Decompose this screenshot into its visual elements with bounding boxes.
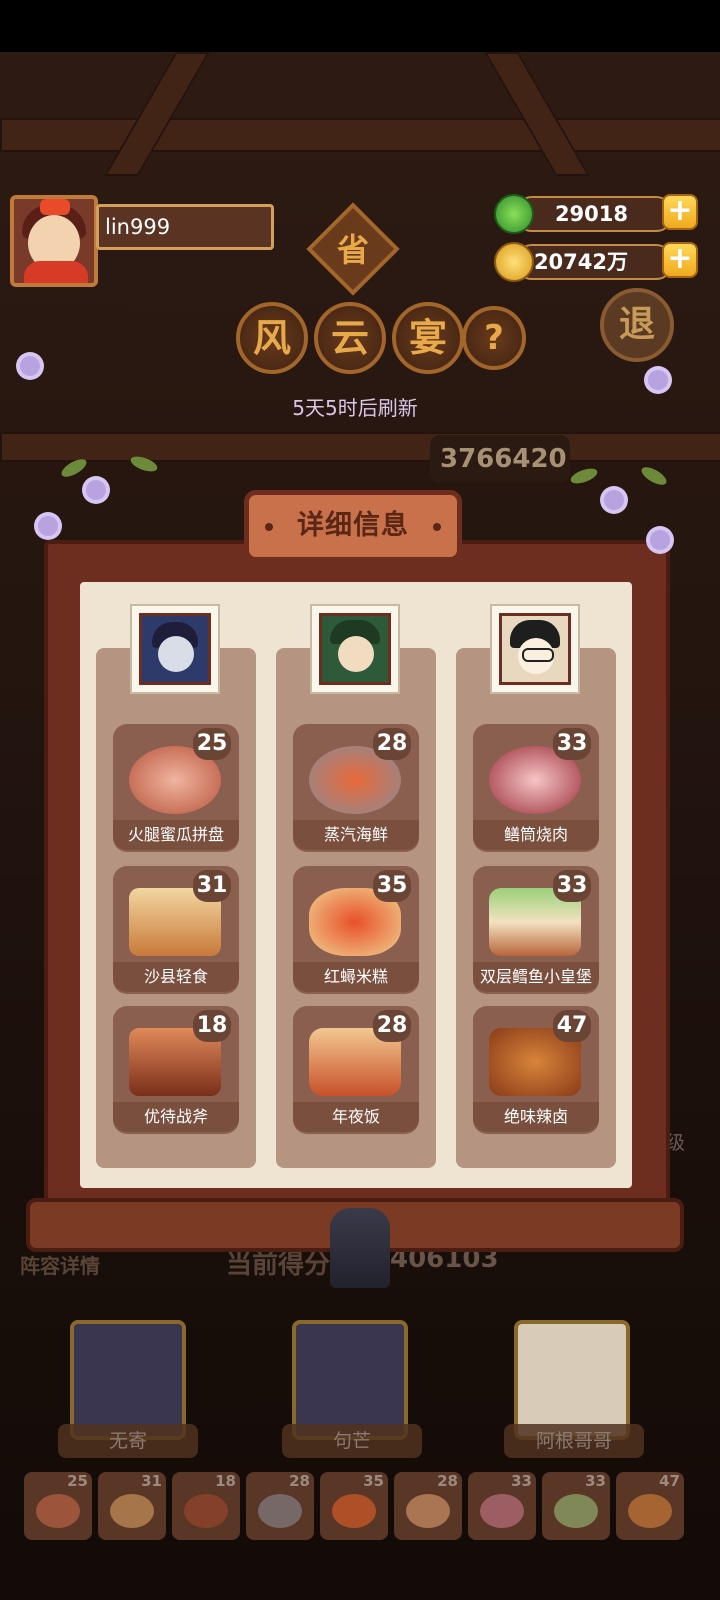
lineup-character[interactable] — [292, 1320, 408, 1440]
dish-name: 年夜饭 — [293, 1102, 419, 1132]
coin-balance: 20742万 — [514, 244, 674, 280]
dish-card[interactable]: 33 鳝筒烧肉 — [473, 724, 599, 852]
dish-slot[interactable]: 28 — [394, 1472, 462, 1540]
dish-level: 28 — [373, 1010, 411, 1042]
bell-ornament — [330, 1208, 390, 1288]
slot-level: 28 — [289, 1472, 310, 1490]
flower-icon — [38, 516, 58, 536]
dish-slot[interactable]: 35 — [320, 1472, 388, 1540]
panel-title: 详细信息 — [244, 490, 462, 562]
add-jade-button[interactable]: + — [662, 194, 698, 230]
help-button[interactable]: ? — [462, 306, 526, 370]
retreat-button[interactable]: 退 — [600, 288, 674, 362]
dish-name: 优待战斧 — [113, 1102, 239, 1132]
province-label: 省 — [336, 231, 369, 269]
panel-title-text: 详细信息 — [297, 510, 409, 541]
dish-slot[interactable]: 47 — [616, 1472, 684, 1540]
dish-card[interactable]: 31 沙县轻食 — [113, 866, 239, 994]
character-name: 句芒 — [282, 1424, 422, 1458]
dish-level: 47 — [553, 1010, 591, 1042]
slot-level: 33 — [585, 1472, 606, 1490]
dish-level: 35 — [373, 870, 411, 902]
dish-card[interactable]: 33 双层鳕鱼小皇堡 — [473, 866, 599, 994]
dish-level: 18 — [193, 1010, 231, 1042]
dish-name: 火腿蜜瓜拼盘 — [113, 820, 239, 850]
dish-card[interactable]: 35 红蟳米糕 — [293, 866, 419, 994]
dish-card[interactable]: 25 火腿蜜瓜拼盘 — [113, 724, 239, 852]
dish-slot[interactable]: 28 — [246, 1472, 314, 1540]
dish-level: 25 — [193, 728, 231, 760]
slot-level: 18 — [215, 1472, 236, 1490]
flower-icon — [86, 480, 106, 500]
jade-balance: 29018 — [514, 196, 674, 232]
dish-slot[interactable]: 33 — [542, 1472, 610, 1540]
dish-name: 双层鳕鱼小皇堡 — [473, 962, 599, 992]
dish-slot[interactable]: 18 — [172, 1472, 240, 1540]
lineup-character[interactable] — [70, 1320, 186, 1440]
refresh-timer: 5天5时后刷新 — [292, 396, 418, 420]
flower-icon — [604, 490, 624, 510]
side-level-label: 级 — [666, 1132, 686, 1154]
add-coin-button[interactable]: + — [662, 242, 698, 278]
title-char-yun: 云 — [314, 302, 386, 374]
dish-slot[interactable]: 33 — [468, 1472, 536, 1540]
character-portrait-wuji[interactable] — [130, 604, 220, 694]
status-bar — [0, 0, 720, 52]
dish-name: 绝味辣卤 — [473, 1102, 599, 1132]
coin-icon — [494, 242, 534, 282]
dish-card[interactable]: 28 蒸汽海鲜 — [293, 724, 419, 852]
slot-level: 31 — [141, 1472, 162, 1490]
flower-icon — [650, 530, 670, 550]
dish-slot[interactable]: 25 — [24, 1472, 92, 1540]
dish-card[interactable]: 18 优待战斧 — [113, 1006, 239, 1134]
dish-name: 蒸汽海鲜 — [293, 820, 419, 850]
dish-name: 沙县轻食 — [113, 962, 239, 992]
player-avatar[interactable] — [10, 195, 98, 287]
character-name: 阿根哥哥 — [504, 1424, 644, 1458]
slot-level: 33 — [511, 1472, 532, 1490]
lineup-character[interactable] — [514, 1320, 630, 1440]
slot-level: 28 — [437, 1472, 458, 1490]
dish-card[interactable]: 47 绝味辣卤 — [473, 1006, 599, 1134]
character-name: 无寄 — [58, 1424, 198, 1458]
jade-icon — [494, 194, 534, 234]
character-portrait-agen[interactable] — [490, 604, 580, 694]
title-char-yan: 宴 — [392, 302, 464, 374]
slot-level: 47 — [659, 1472, 680, 1490]
slot-level: 35 — [363, 1472, 384, 1490]
dish-level: 31 — [193, 870, 231, 902]
character-portrait-goumang[interactable] — [310, 604, 400, 694]
flower-icon — [648, 370, 668, 390]
dish-slot[interactable]: 31 — [98, 1472, 166, 1540]
dish-card[interactable]: 28 年夜饭 — [293, 1006, 419, 1134]
title-char-feng: 风 — [236, 302, 308, 374]
flower-icon — [20, 356, 40, 376]
lineup-label[interactable]: 阵容详情 — [20, 1250, 120, 1280]
dish-level: 33 — [553, 870, 591, 902]
player-name: lin999 — [96, 204, 274, 250]
dish-name: 鳝筒烧肉 — [473, 820, 599, 850]
background-score: 3766420 — [430, 435, 570, 483]
dish-level: 28 — [373, 728, 411, 760]
dish-name: 红蟳米糕 — [293, 962, 419, 992]
slot-level: 25 — [67, 1472, 88, 1490]
dish-level: 33 — [553, 728, 591, 760]
